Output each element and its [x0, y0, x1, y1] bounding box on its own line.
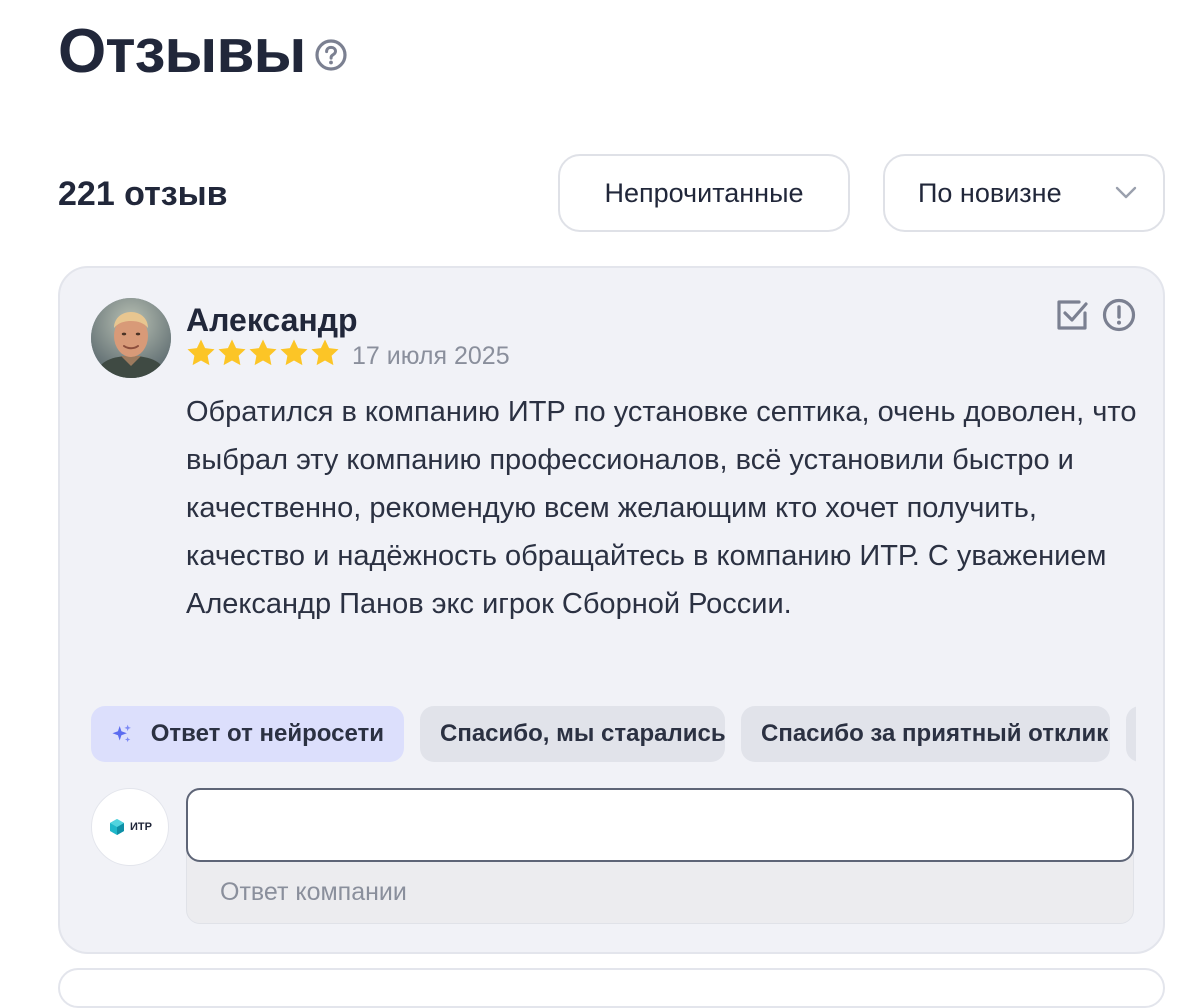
review-count: 221 отзыв: [58, 175, 228, 213]
cube-icon: [110, 819, 125, 835]
review-text: Обратился в компанию ИТР по установке се…: [186, 396, 1137, 620]
star-icon: [280, 339, 308, 366]
ai-reply-label: Ответ от нейросети: [150, 720, 384, 747]
rating-stars: [186, 338, 340, 368]
star-icon: [249, 339, 277, 366]
question-circle-icon[interactable]: [314, 38, 348, 72]
company-logo-text: ИТР: [130, 821, 152, 833]
page-title: Отзывы: [58, 17, 306, 86]
quick-reply-label: Спасибо за приятный отклик: [761, 720, 1109, 747]
quick-reply-chip[interactable]: [1126, 706, 1136, 762]
unread-filter-label: Непрочитанные: [604, 177, 804, 208]
star-icon: [218, 339, 246, 366]
checkbox-mark-icon[interactable]: [1054, 298, 1088, 332]
star-icon: [187, 339, 215, 366]
review-author[interactable]: Александр: [186, 300, 358, 340]
avatar[interactable]: [91, 298, 171, 378]
quick-replies: Ответ от нейросети Спасибо, мы старались…: [91, 706, 1136, 764]
sparkle-icon: [112, 724, 131, 743]
reply-placeholder: Ответ компании: [220, 878, 407, 906]
avatar-photo: [91, 298, 171, 378]
chevron-down-icon: [1115, 186, 1137, 199]
quick-reply-chip[interactable]: Спасибо, мы старались: [420, 706, 726, 762]
unread-filter-button[interactable]: Непрочитанные: [558, 154, 850, 232]
star-icon: [311, 339, 339, 366]
review-date: 17 июля 2025: [352, 342, 510, 370]
reply-input[interactable]: [186, 788, 1134, 862]
review-card: Александр 17 июля 2025 Обратился в компа…: [58, 266, 1165, 954]
exclamation-circle-icon[interactable]: [1102, 298, 1136, 332]
next-review-card: [58, 968, 1165, 1008]
sort-dropdown[interactable]: По новизне: [883, 154, 1165, 232]
quick-reply-label: Спасибо, мы старались: [440, 720, 726, 747]
sort-dropdown-label: По новизне: [918, 177, 1062, 208]
ai-reply-chip[interactable]: Ответ от нейросети: [91, 706, 404, 762]
quick-reply-chip[interactable]: Спасибо за приятный отклик: [741, 706, 1110, 762]
company-logo: ИТР: [91, 788, 169, 866]
